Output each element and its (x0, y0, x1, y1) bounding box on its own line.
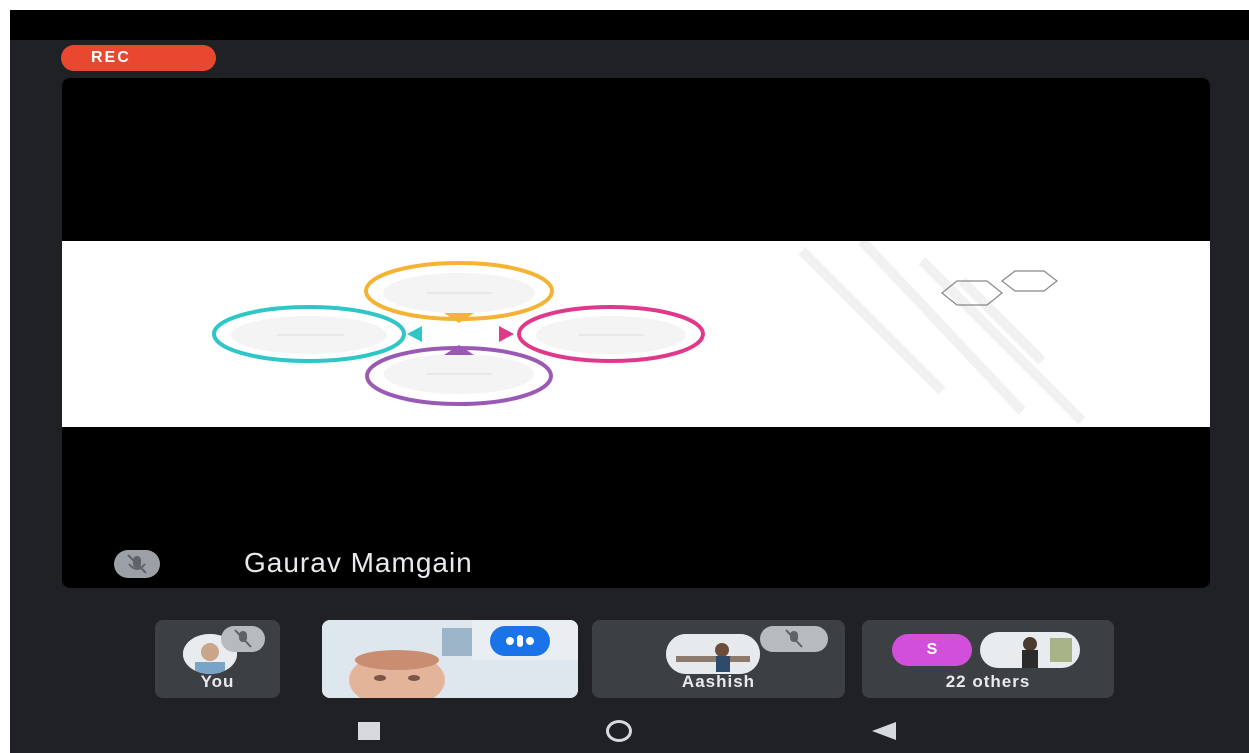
speaker-row: Gaurav Mamgain (62, 546, 1210, 588)
slide-graphic (212, 237, 1086, 425)
avatar: S (892, 634, 972, 666)
participant-label: 22 others (945, 672, 1031, 691)
participant-label: Aashish (681, 672, 756, 691)
slide-circle-bottom (365, 346, 553, 406)
recent-apps-icon[interactable] (358, 722, 380, 740)
avatar (980, 632, 1080, 668)
slide-circle-right (517, 305, 705, 363)
muted-mic-icon (221, 626, 265, 652)
system-navigation-bar (10, 708, 1249, 753)
participant-tile-video[interactable] (322, 620, 578, 698)
main-presentation-view[interactable]: Gaurav Mamgain (62, 78, 1210, 588)
home-icon[interactable] (606, 720, 632, 742)
meeting-screen: REC Gaurav Mamgain You Aashish S 22 othe… (10, 10, 1249, 753)
avatar (666, 634, 760, 674)
participant-tile-aashish[interactable]: Aashish (592, 620, 845, 698)
speaker-name: Gaurav Mamgain (244, 547, 473, 578)
slide-circle-top (364, 261, 554, 321)
muted-mic-icon (114, 550, 160, 578)
participant-tile-you[interactable]: You (155, 620, 280, 698)
speaking-indicator-icon (490, 626, 550, 656)
hexagon-outline-2 (1001, 270, 1058, 292)
participant-tile-others[interactable]: S 22 others (862, 620, 1114, 698)
participant-label: You (200, 672, 235, 691)
connector-left (407, 326, 422, 342)
presentation-slide (62, 237, 1210, 427)
muted-mic-icon (760, 626, 828, 652)
status-bar (10, 10, 1249, 40)
slide-background-pattern (798, 237, 1086, 425)
slide-circle-left (212, 305, 406, 363)
recording-badge: REC (61, 45, 216, 71)
back-icon[interactable] (872, 722, 896, 745)
connector-right (499, 326, 514, 342)
